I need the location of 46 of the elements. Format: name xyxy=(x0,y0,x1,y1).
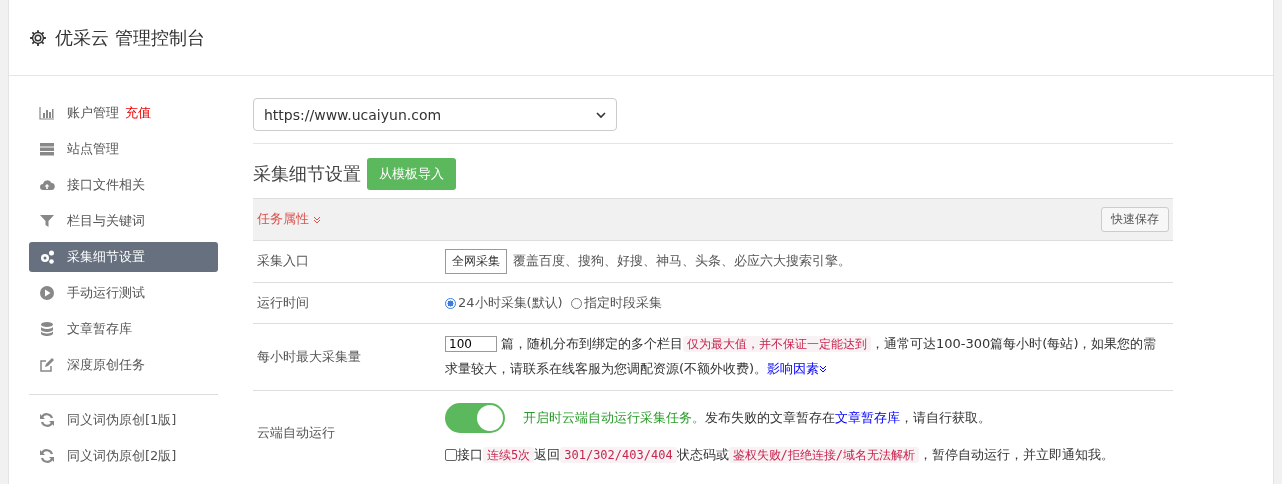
article-store-link[interactable]: 文章暂存库 xyxy=(835,409,900,425)
source-select[interactable]: 全网采集 xyxy=(445,249,507,274)
sidebar-item[interactable]: 账户管理 充值 xyxy=(29,98,218,128)
database-icon xyxy=(39,321,55,337)
row-label: 云端自动运行 xyxy=(253,390,441,476)
row-label: 每小时最大采集量 xyxy=(253,324,441,391)
refresh-icon xyxy=(39,448,55,464)
row-label: 运行时间 xyxy=(253,282,441,324)
chevron-down-icon xyxy=(596,109,606,120)
notify-text: 接口 连续5次 返回 301/302/403/404 状态码或 鉴权失败/拒绝连接/域名无法解析 ，暂停自动运行，并立即通知我。 xyxy=(457,445,1115,465)
sidebar-item[interactable]: 文章暂存库 xyxy=(29,314,218,344)
site-select[interactable]: https://www.ucaiyun.com xyxy=(253,98,617,131)
edit-icon xyxy=(39,357,55,373)
auto-run-note: 开启时云端自动运行采集任务。发布失败的文章暂存在文章暂存库，请自行获取。 xyxy=(523,408,991,427)
run-time-radio[interactable]: 指定时段采集 xyxy=(570,290,662,316)
server-icon xyxy=(39,141,55,157)
row-label: 采集入口 xyxy=(253,240,441,283)
run-time-radio[interactable]: 24小时采集(默认) xyxy=(445,290,563,316)
sidebar-item[interactable]: 站点管理 xyxy=(29,134,218,164)
gears-icon xyxy=(39,249,55,265)
task-attributes-toggle[interactable]: 任务属性 xyxy=(257,207,321,232)
source-description: 覆盖百度、搜狗、好搜、神马、头条、必应六大搜索引擎。 xyxy=(513,252,851,271)
play-icon xyxy=(39,285,55,301)
sidebar-item[interactable]: 同义词伪原创[2版] xyxy=(29,441,218,471)
sidebar-item[interactable]: 接口文件相关 xyxy=(29,170,218,200)
quick-save-button[interactable]: 快速保存 xyxy=(1101,207,1169,232)
auto-run-switch[interactable] xyxy=(445,402,505,433)
console-title: 优采云 管理控制台 xyxy=(55,25,205,50)
factors-link[interactable]: 影响因素 xyxy=(767,361,828,377)
recharge-link[interactable]: 充值 xyxy=(125,104,151,122)
sidebar-item[interactable]: 同义词伪原创[1版] xyxy=(29,405,218,435)
filter-icon xyxy=(39,213,55,229)
sidebar-item[interactable]: 采集细节设置 xyxy=(29,242,218,272)
cloud-upload-icon xyxy=(39,177,55,193)
section-title: 采集细节设置 xyxy=(253,162,361,186)
sidebar-item[interactable]: 栏目与关键词 xyxy=(29,206,218,236)
settings-icon xyxy=(29,28,47,47)
double-chevron-icon xyxy=(313,215,321,224)
hourly-limit-text: 100 篇，随机分布到绑定的多个栏目 仅为最大值，并不保证一定能达到 ，通常可达100-300篇每小时(每站)，如果您的需求量较大，请联系在线客服为您调配资源(不额外收费)。影响因素 xyxy=(445,332,1169,382)
bar-chart-icon xyxy=(39,105,55,121)
hourly-limit-input[interactable]: 100 xyxy=(445,336,497,353)
double-chevron-icon xyxy=(819,365,828,374)
refresh-icon xyxy=(39,412,55,428)
sidebar-item[interactable]: 深度原创任务 xyxy=(29,350,218,380)
sidebar-item[interactable]: 手动运行测试 xyxy=(29,278,218,308)
notify-checkbox[interactable] xyxy=(445,449,457,462)
